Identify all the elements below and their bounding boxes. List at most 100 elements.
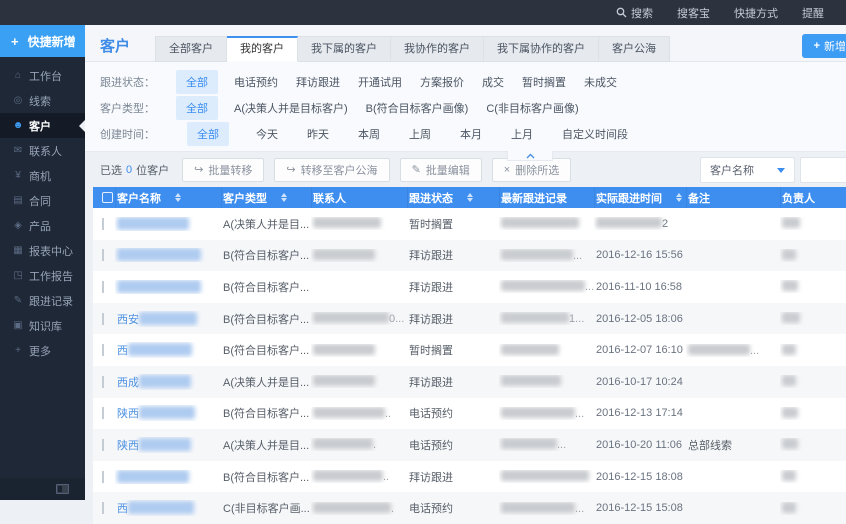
latest-record-cell: ... <box>499 438 594 451</box>
filter-option[interactable]: 全部 <box>176 96 218 120</box>
customer-name-cell[interactable]: 西成 <box>115 374 221 390</box>
customer-search-input[interactable] <box>800 157 846 183</box>
topbar-item-search[interactable]: 搜索 <box>616 5 653 21</box>
filter-option[interactable]: 全部 <box>176 70 218 94</box>
topbar-item-reminder[interactable]: 提醒 <box>802 5 824 21</box>
sidebar-item-customers[interactable]: ☻客户 <box>0 113 85 138</box>
text-tail: ... <box>585 281 594 293</box>
header-cell-8: 备注 <box>686 187 780 208</box>
quick-add-button[interactable]: + 快捷新增 <box>0 25 85 57</box>
header-cell-3[interactable]: 客户类型 <box>221 187 311 208</box>
customer-name-cell[interactable]: 西 <box>115 500 221 516</box>
redacted-text <box>313 438 373 449</box>
customer-name-cell[interactable] <box>115 280 221 294</box>
customer-name-cell[interactable] <box>115 248 221 262</box>
header-checkbox[interactable] <box>102 192 113 203</box>
collapse-sidebar-icon[interactable] <box>56 484 69 494</box>
sidebar-footer <box>0 478 85 500</box>
row-checkbox[interactable] <box>102 471 104 483</box>
tab-5[interactable]: 我下属协作的客户 <box>484 36 599 62</box>
transfer-to-public-pool-button[interactable]: ↪转移至客户公海 <box>274 158 389 182</box>
topbar-item-soukebao[interactable]: 搜客宝 <box>677 5 710 21</box>
text-tail: ... <box>573 250 582 262</box>
filter-option[interactable]: 上周 <box>407 122 433 146</box>
column-label: 负责人 <box>782 190 815 206</box>
row-checkbox[interactable] <box>102 376 104 388</box>
filter-option[interactable]: 方案报价 <box>418 70 466 94</box>
filter-option[interactable]: 本月 <box>458 122 484 146</box>
customer-name-cell[interactable]: 西 <box>115 342 221 358</box>
sidebar-item-products[interactable]: ◈产品 <box>0 213 85 238</box>
sidebar-item-more[interactable]: +更多 <box>0 338 85 363</box>
customer-name-cell[interactable] <box>115 470 221 484</box>
filter-option[interactable]: A(决策人并是目标客户) <box>232 96 350 120</box>
tab-3[interactable]: 我下属的客户 <box>298 36 391 62</box>
customer-name-cell[interactable]: 陕西 <box>115 405 221 421</box>
tab-6[interactable]: 客户公海 <box>599 36 670 62</box>
filter-option[interactable]: 上月 <box>509 122 535 146</box>
filter-option[interactable]: 拜访跟进 <box>294 70 342 94</box>
add-customer-button[interactable]: + 新增 <box>802 34 846 58</box>
row-checkbox[interactable] <box>102 313 104 325</box>
filter-row-3: 创建时间：全部今天昨天本周上周本月上月自定义时间段 <box>85 121 846 147</box>
collapse-filters-tab[interactable] <box>507 151 553 161</box>
header-cell-7[interactable]: 实际跟进时间 <box>594 187 686 208</box>
filter-option[interactable]: C(非目标客户画像) <box>484 96 580 120</box>
filter-option[interactable]: 开通试用 <box>356 70 404 94</box>
filter-option[interactable]: 暂时搁置 <box>520 70 568 94</box>
batch-transfer-button[interactable]: ↪批量转移 <box>182 158 264 182</box>
sort-icon[interactable] <box>281 190 287 205</box>
row-checkbox[interactable] <box>102 344 104 356</box>
row-checkbox[interactable] <box>102 281 104 293</box>
row-checkbox[interactable] <box>102 218 104 230</box>
customer-name-prefix: 陕西 <box>117 408 139 420</box>
tab-1[interactable]: 全部客户 <box>155 36 227 62</box>
row-checkbox[interactable] <box>102 502 104 514</box>
tab-4[interactable]: 我协作的客户 <box>391 36 484 62</box>
filter-option[interactable]: 昨天 <box>305 122 331 146</box>
search-field-select[interactable]: 客户名称 <box>700 157 795 183</box>
sidebar-item-report-center[interactable]: ▦报表中心 <box>0 238 85 263</box>
sidebar-item-follow-records[interactable]: ✎跟进记录 <box>0 288 85 313</box>
filter-option[interactable]: 未成交 <box>582 70 619 94</box>
sidebar-item-opportunities[interactable]: ¥商机 <box>0 163 85 188</box>
latest-record-cell: ... <box>499 249 594 262</box>
filter-option[interactable]: 今天 <box>254 122 280 146</box>
customer-name-cell[interactable]: 陕西 <box>115 437 221 453</box>
header-cell-2[interactable]: 客户名称 <box>115 187 221 208</box>
row-checkbox[interactable] <box>102 249 104 261</box>
tab-2[interactable]: 我的客户 <box>227 36 298 62</box>
sidebar-item-work-report[interactable]: ◳工作报告 <box>0 263 85 288</box>
sort-icon[interactable] <box>676 190 682 205</box>
sidebar-item-contracts[interactable]: ▤合同 <box>0 188 85 213</box>
customers-icon: ☻ <box>11 120 25 131</box>
customer-name-prefix: 西 <box>117 503 128 515</box>
customer-name-cell[interactable] <box>115 217 221 231</box>
owner-cell <box>780 375 846 388</box>
sidebar-item-contacts[interactable]: ✉联系人 <box>0 138 85 163</box>
follow-time-cell: 2016-12-05 18:06 <box>594 313 686 325</box>
sidebar-item-workbench[interactable]: ⌂工作台 <box>0 63 85 88</box>
filter-option[interactable]: 本周 <box>356 122 382 146</box>
header-cell-5[interactable]: 跟进状态 <box>407 187 499 208</box>
redacted-text <box>782 407 798 418</box>
follow-status-cell: 拜访跟进 <box>407 311 499 327</box>
delete-selected-button[interactable]: ×删除所选 <box>492 158 571 182</box>
filter-option[interactable]: B(符合目标客户画像) <box>364 96 471 120</box>
sort-icon[interactable] <box>175 190 181 205</box>
sidebar-item-knowledge-base[interactable]: ▣知识库 <box>0 313 85 338</box>
redacted-text <box>313 470 383 481</box>
sort-icon[interactable] <box>467 190 473 205</box>
filter-option[interactable]: 自定义时间段 <box>560 122 630 146</box>
batch-edit-button[interactable]: ✎批量编辑 <box>400 158 482 182</box>
filter-option[interactable]: 电话预约 <box>232 70 280 94</box>
filter-option[interactable]: 全部 <box>187 122 229 146</box>
sidebar-item-leads[interactable]: ◎线索 <box>0 88 85 113</box>
follow-status-cell: 电话预约 <box>407 500 499 516</box>
latest-record-cell: ... <box>499 280 594 293</box>
row-checkbox[interactable] <box>102 439 104 451</box>
topbar-item-shortcuts[interactable]: 快捷方式 <box>734 5 778 21</box>
row-checkbox[interactable] <box>102 407 104 419</box>
customer-name-cell[interactable]: 西安 <box>115 311 221 327</box>
filter-option[interactable]: 成交 <box>480 70 506 94</box>
